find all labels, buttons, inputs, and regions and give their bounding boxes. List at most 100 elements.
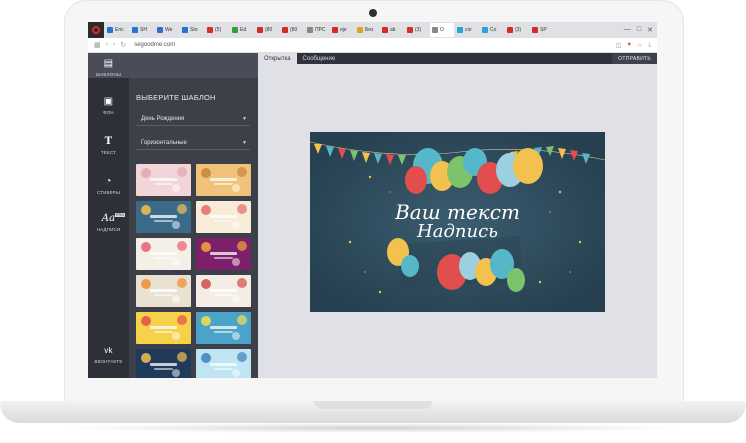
template-thumbnail[interactable] [136,275,191,307]
bookmark-icon[interactable]: ☆ [637,42,642,49]
sticker-icon: ◔ [105,176,112,187]
sidebar-item-label: ФОН [103,110,114,115]
browser-tab[interactable]: eje [330,23,354,37]
template-icon: ▤ [103,58,114,69]
template-preview [201,204,247,229]
browser-tab[interactable]: We [155,23,179,37]
forward-icon[interactable]: › [113,41,115,49]
favicon-icon [107,27,113,33]
template-preview [141,352,187,377]
browser-tab[interactable]: O [430,23,454,37]
download-icon[interactable]: ⤓ [648,42,651,49]
favicon-icon [407,27,413,33]
browser-tab-label: Co [490,27,497,33]
browser-tab-label: (3) [415,27,422,33]
template-thumbnail[interactable] [136,164,191,196]
sidebar-item-text[interactable]: T ТЕКСТ [88,136,129,155]
tab-message[interactable]: Сообщение [297,53,342,64]
postcard-canvas[interactable]: Ваш текст Надпись [310,132,605,312]
template-thumbnail[interactable] [196,275,251,307]
browser-tab-label: (80 [290,27,298,33]
favicon-icon [232,27,238,33]
grid-icon[interactable]: ▦ [94,41,101,49]
browser-tab[interactable]: ПРС [305,23,329,37]
laptop-notch [314,401,432,409]
maximize-icon[interactable]: □ [637,26,641,34]
vk-icon: vk [104,346,113,355]
browser-tab[interactable]: (3) [505,23,529,37]
favicon-icon [157,27,163,33]
minimize-icon[interactable]: — [624,26,631,34]
favicon-icon [257,27,263,33]
template-preview [141,315,187,340]
template-thumbnail[interactable] [196,238,251,270]
chevron-down-icon: ▼ [242,116,247,122]
template-preview [141,204,187,229]
browser-tab[interactable]: (3) [405,23,429,37]
browser-tab[interactable]: cor [455,23,479,37]
editor-tabs: Открытка Сообщение ОТПРАВИТЬ [258,53,657,64]
background-icon: ▣ [103,96,114,107]
template-thumbnail[interactable] [196,312,251,344]
browser-tab[interactable]: Eric [105,23,129,37]
browser-tab-label: ab [390,27,396,33]
browser-tab[interactable]: Ed [230,23,254,37]
template-panel: ВЫБЕРИТЕ ШАБЛОН День Рождения ▼ Горизонт… [129,53,258,378]
template-thumbnail[interactable] [136,201,191,233]
laptop-screen: Eric SH We Sto (5) Ed (80 (80 ПРС eje Без ab (3) Ocor… [88,22,657,378]
browser-tab-label: SH [140,27,147,33]
address-bar: ▦ ‹ › ↻ segoodme.com ◫ ♥ ☆ ⤓ [88,38,657,53]
sidebar-item-label: ШАБЛОНЫ [95,72,122,77]
browser-tab-label: Eric [115,27,124,33]
template-preview [201,241,247,266]
browser-tab-label: Sto [190,27,198,33]
url-field[interactable]: segoodme.com [134,42,175,48]
template-thumbnail[interactable] [136,238,191,270]
opera-menu-icon[interactable] [88,22,104,38]
favicon-icon [182,27,188,33]
panel-header [129,53,258,78]
camera-icon[interactable]: ◫ [616,42,622,49]
favicon-icon [382,27,388,33]
browser-tab[interactable]: SH [130,23,154,37]
sidebar-item-stickers[interactable]: ◔ СТИКЕРЫ [88,176,129,195]
template-preview [141,278,187,303]
template-thumbnail[interactable] [136,312,191,344]
sidebar-item-label: НАДПИСИ [96,227,121,232]
favicon-icon [332,27,338,33]
sidebar-item-label: СТИКЕРЫ [96,190,121,195]
tab-postcard[interactable]: Открытка [258,53,297,64]
browser-tab[interactable]: SP [530,23,554,37]
chevron-down-icon: ▼ [242,140,247,146]
favicon-icon [207,27,213,33]
webcam [369,9,377,17]
sidebar-item-templates[interactable]: ▤ ШАБЛОНЫ [88,53,129,78]
browser-tab[interactable]: Co [480,23,504,37]
category-select[interactable]: День Рождения ▼ [136,113,250,126]
template-thumbnail[interactable] [196,201,251,233]
send-button[interactable]: ОТПРАВИТЬ [612,53,657,64]
browser-tab[interactable]: Без [355,23,379,37]
orientation-select[interactable]: Горизонтальные ▼ [136,137,250,150]
close-icon[interactable]: ✕ [647,26,653,34]
sidebar-item-vkontakte[interactable]: vk ВКОНТАКТЕ [88,345,129,364]
browser-tabs: Eric SH We Sto (5) Ed (80 (80 ПРС eje Без ab (3) Ocor… [104,23,554,37]
back-icon[interactable]: ‹ [106,41,108,49]
template-thumbnail[interactable] [196,164,251,196]
browser-tab-label: Ed [240,27,247,33]
browser-tab[interactable]: (5) [205,23,229,37]
template-thumbnail[interactable] [196,349,251,378]
browser-tab[interactable]: Sto [180,23,204,37]
browser-tab[interactable]: ab [380,23,404,37]
heart-icon[interactable]: ♥ [627,42,631,49]
browser-tab[interactable]: (80 [255,23,279,37]
orientation-value: Горизонтальные [141,140,187,146]
browser-tab-label: eje [340,27,347,33]
sidebar-item-background[interactable]: ▣ ФОН [88,96,129,115]
browser-tab[interactable]: (80 [280,23,304,37]
card-text-line2[interactable]: Надпись [310,221,605,242]
template-thumbnail[interactable] [136,349,191,378]
reload-icon[interactable]: ↻ [120,41,126,49]
sidebar-item-lettering[interactable]: Aa НАДПИСИ PRO [88,213,129,232]
browser-tab-label: ПРС [315,27,326,33]
